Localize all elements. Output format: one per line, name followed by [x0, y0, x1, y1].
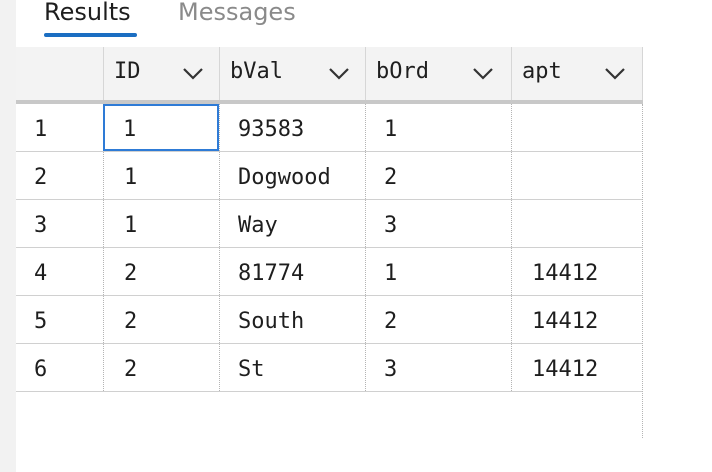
grid-cell[interactable]: [511, 152, 642, 199]
row-number: 5: [34, 309, 48, 334]
cell-value: 81774: [238, 261, 305, 286]
grid-cell[interactable]: [511, 104, 642, 151]
grid-header: ID bVal bOrd apt: [16, 47, 643, 104]
tab-results[interactable]: Results: [44, 0, 131, 24]
grid-cell[interactable]: 81774: [219, 248, 365, 295]
cell-value: 93583: [238, 117, 305, 142]
table-row[interactable]: 5 2 South 2 14412: [16, 296, 643, 344]
cell-value: St: [238, 357, 265, 382]
grid-cell[interactable]: [511, 200, 642, 247]
grid-cell[interactable]: 3: [365, 200, 511, 247]
grid-cell[interactable]: St: [219, 344, 365, 391]
grid-cell[interactable]: 14412: [511, 248, 642, 295]
grid-right-border: [642, 104, 643, 438]
column-header-apt[interactable]: apt: [511, 47, 643, 100]
column-header-label: bOrd: [376, 59, 429, 84]
chevron-down-icon[interactable]: [604, 67, 625, 81]
cell-value: 14412: [532, 357, 599, 382]
cell-value: 3: [384, 357, 398, 382]
grid-cell[interactable]: 1: [103, 152, 219, 199]
table-row[interactable]: 4 2 81774 1 14412: [16, 248, 643, 296]
grid-cell[interactable]: Way: [219, 200, 365, 247]
grid-cell[interactable]: 14412: [511, 344, 642, 391]
cell-value: 2: [124, 309, 138, 334]
cell-value: 2: [124, 261, 138, 286]
row-number: 2: [34, 165, 48, 190]
cell-value: 2: [384, 309, 398, 334]
grid-cell[interactable]: 3: [365, 344, 511, 391]
table-row[interactable]: 6 2 St 3 14412: [16, 344, 643, 392]
cell-value: 2: [384, 165, 398, 190]
column-header-label: bVal: [230, 59, 283, 84]
cell-value: 1: [384, 117, 398, 142]
cell-value: 14412: [532, 261, 599, 286]
column-header-bord[interactable]: bOrd: [365, 47, 511, 100]
left-edge-strip: [0, 0, 16, 472]
grid-cell[interactable]: 14412: [511, 296, 642, 343]
cell-value: 3: [384, 213, 398, 238]
table-row[interactable]: 1 1 93583 1: [16, 104, 643, 152]
column-header-label: apt: [522, 59, 562, 84]
active-tab-indicator: [44, 33, 137, 37]
grid-cell[interactable]: 2: [103, 344, 219, 391]
grid-cell[interactable]: 93583: [219, 104, 365, 151]
tab-messages[interactable]: Messages: [178, 0, 296, 24]
grid-cell[interactable]: 2: [365, 296, 511, 343]
grid-cell[interactable]: 2: [365, 152, 511, 199]
column-header-id[interactable]: ID: [103, 47, 219, 100]
cell-value: 1: [124, 165, 138, 190]
cell-value: Way: [238, 213, 278, 238]
chevron-down-icon[interactable]: [182, 67, 203, 81]
row-number-cell: 6: [16, 344, 103, 391]
row-number: 3: [34, 213, 48, 238]
cell-value: 2: [124, 357, 138, 382]
grid-cell[interactable]: 1: [365, 248, 511, 295]
cell-value: South: [238, 309, 305, 334]
row-number-cell: 4: [16, 248, 103, 295]
row-number: 4: [34, 261, 48, 286]
row-number: 1: [34, 117, 48, 142]
row-number: 6: [34, 357, 48, 382]
cell-value: 1: [123, 117, 137, 142]
column-header-label: ID: [114, 59, 141, 84]
row-number-cell: 1: [16, 104, 103, 151]
grid-cell[interactable]: 1: [365, 104, 511, 151]
row-number-header: [16, 47, 103, 100]
row-number-cell: 3: [16, 200, 103, 247]
cell-value: 14412: [532, 309, 599, 334]
cell-value: 1: [384, 261, 398, 286]
grid-cell[interactable]: 1: [103, 104, 219, 151]
grid-cell[interactable]: South: [219, 296, 365, 343]
grid-cell[interactable]: 2: [103, 248, 219, 295]
table-row[interactable]: 2 1 Dogwood 2: [16, 152, 643, 200]
grid-cell[interactable]: 2: [103, 296, 219, 343]
cell-value: Dogwood: [238, 165, 331, 190]
grid-cell[interactable]: Dogwood: [219, 152, 365, 199]
cell-value: 1: [124, 213, 138, 238]
row-number-cell: 2: [16, 152, 103, 199]
grid-cell[interactable]: 1: [103, 200, 219, 247]
row-number-cell: 5: [16, 296, 103, 343]
column-header-bval[interactable]: bVal: [219, 47, 365, 100]
chevron-down-icon[interactable]: [472, 67, 493, 81]
chevron-down-icon[interactable]: [328, 67, 349, 81]
table-row[interactable]: 3 1 Way 3: [16, 200, 643, 248]
